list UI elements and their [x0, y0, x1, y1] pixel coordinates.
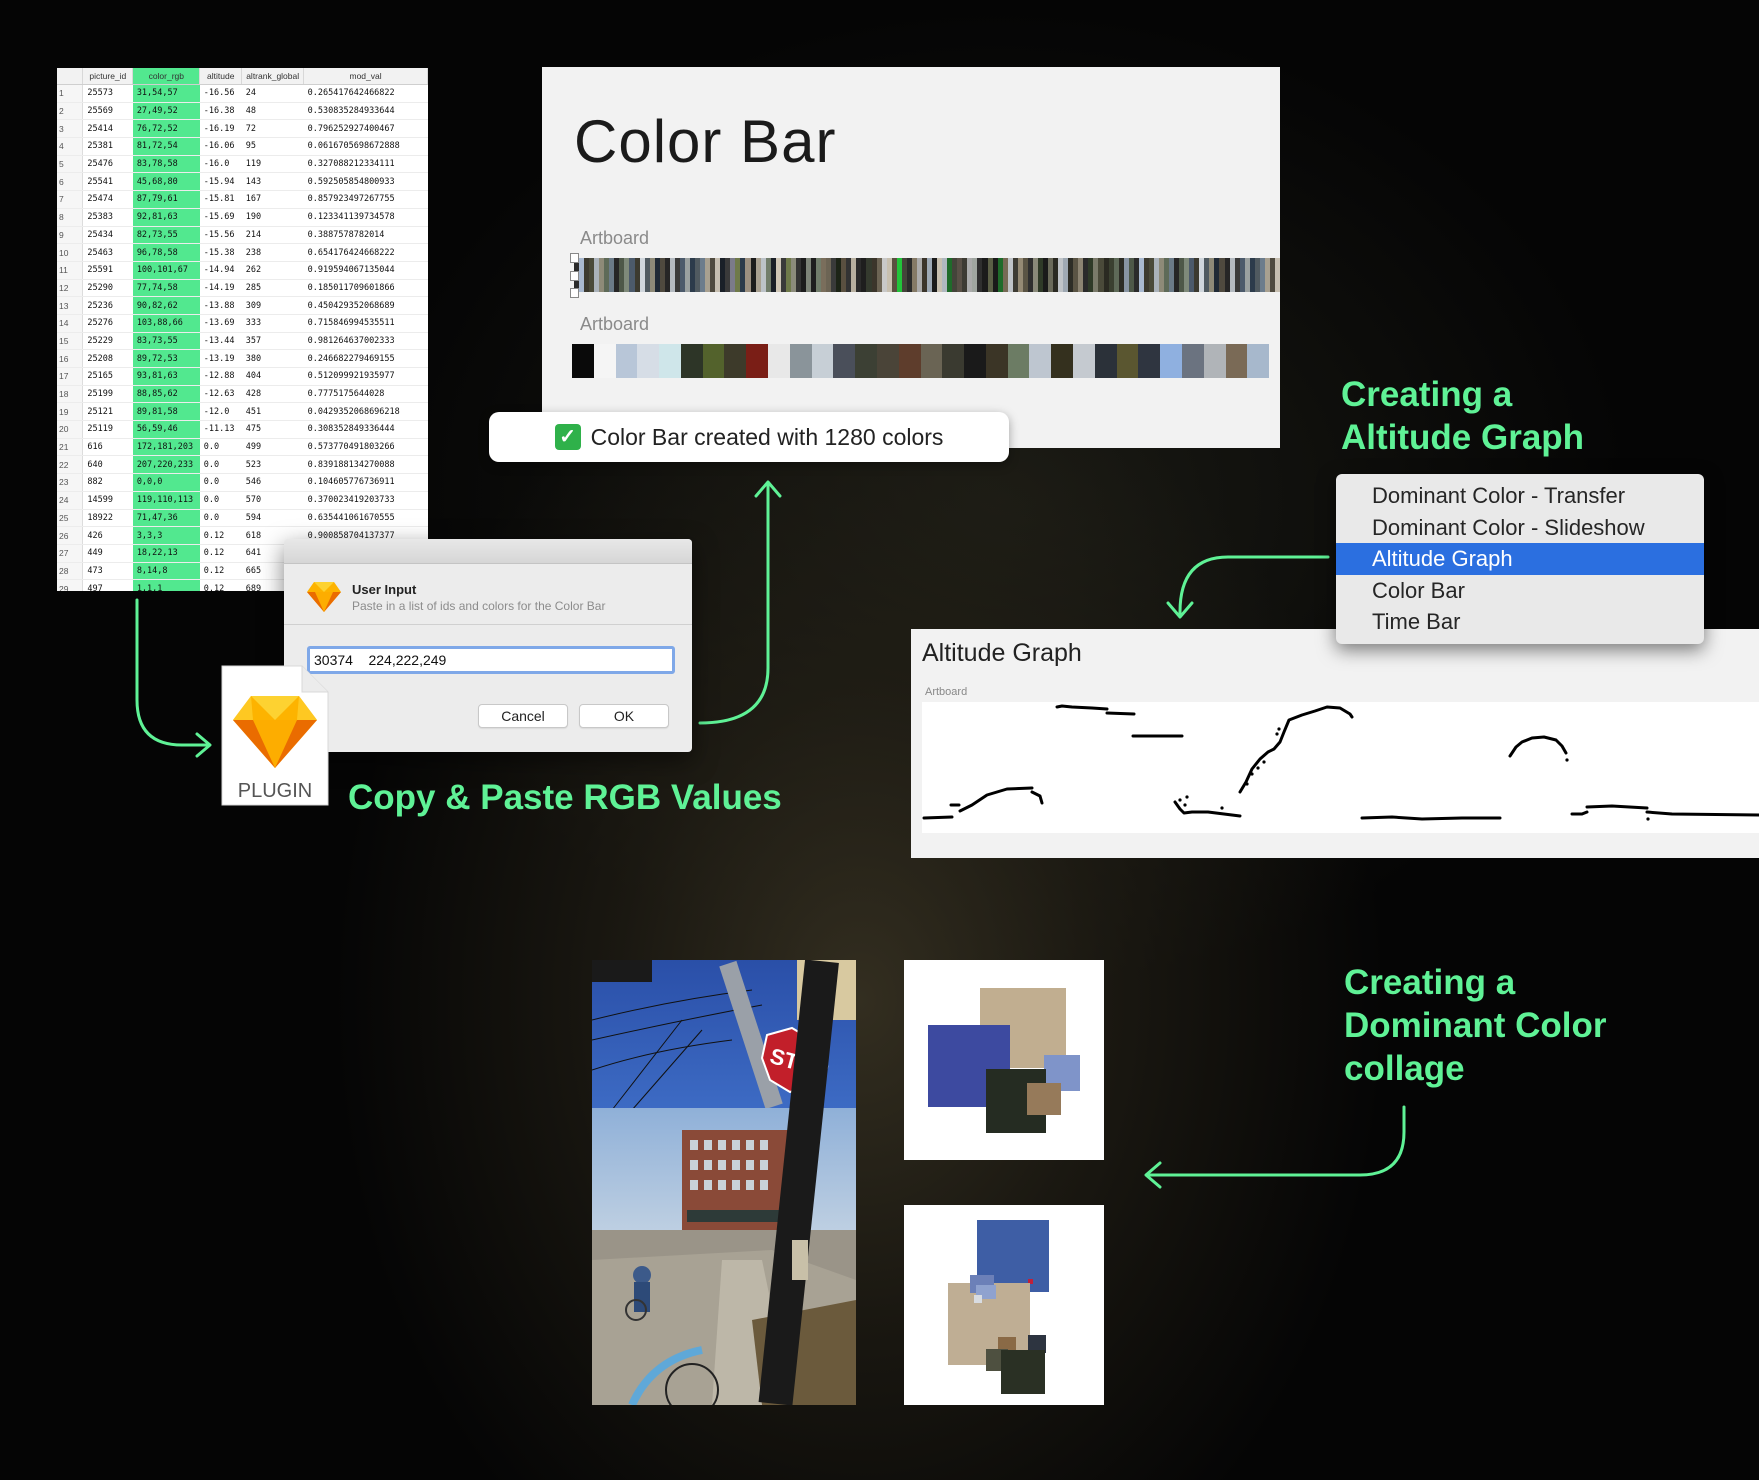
menu-item-color-bar[interactable]: Color Bar	[1336, 575, 1704, 607]
ids-colors-input[interactable]	[307, 646, 675, 674]
cancel-button[interactable]: Cancel	[478, 704, 568, 728]
caption-collage: Creating a Dominant Color collage	[1344, 961, 1606, 1090]
altitude-graph-title: Altitude Graph	[922, 639, 1082, 667]
caption-line: Dominant Color	[1344, 1006, 1607, 1045]
menu-item-dominant-color-slideshow[interactable]: Dominant Color - Slideshow	[1336, 512, 1704, 544]
menu-item-time-bar[interactable]: Time Bar	[1336, 606, 1704, 638]
dominant-color-collage-1	[904, 960, 1104, 1160]
caption-line: Creating a	[1341, 375, 1513, 414]
dialog-subtitle: Paste in a list of ids and colors for th…	[352, 599, 606, 613]
dialog-title: User Input	[352, 582, 417, 597]
dominant-color-collage-2	[904, 1205, 1104, 1405]
arrow-caption-to-collage	[1146, 1105, 1406, 1177]
caption-copy-paste: Copy & Paste RGB Values	[348, 778, 782, 817]
caption-line: Creating a	[1344, 963, 1516, 1002]
dialog-titlebar[interactable]	[284, 539, 692, 564]
ok-button[interactable]: OK	[579, 704, 669, 728]
altitude-graph-panel: Altitude Graph Artboard	[911, 629, 1759, 858]
artboard-label: Artboard	[925, 686, 968, 698]
divider	[284, 624, 692, 625]
caption-altitude: Creating a Altitude Graph	[1341, 373, 1584, 459]
arrow-sheet-to-plugin	[135, 598, 210, 747]
altitude-graph-canvas[interactable]	[922, 702, 1759, 833]
plugin-file-icon[interactable]: PLUGIN	[220, 664, 330, 807]
caption-line: collage	[1344, 1049, 1465, 1088]
graph-type-menu: Dominant Color - Transfer Dominant Color…	[1336, 474, 1704, 644]
street-photo: STOP	[592, 960, 856, 1405]
arrow-dialog-to-toast	[698, 482, 770, 725]
menu-item-dominant-color-transfer[interactable]: Dominant Color - Transfer	[1336, 480, 1704, 512]
user-input-dialog: User Input Paste in a list of ids and co…	[284, 539, 692, 752]
menu-item-altitude-graph[interactable]: Altitude Graph	[1336, 543, 1704, 575]
sketch-diamond-icon	[307, 582, 341, 612]
caption-line: Altitude Graph	[1341, 418, 1585, 457]
arrow-menu-to-graph	[1178, 555, 1330, 616]
plugin-label: PLUGIN	[237, 780, 313, 802]
